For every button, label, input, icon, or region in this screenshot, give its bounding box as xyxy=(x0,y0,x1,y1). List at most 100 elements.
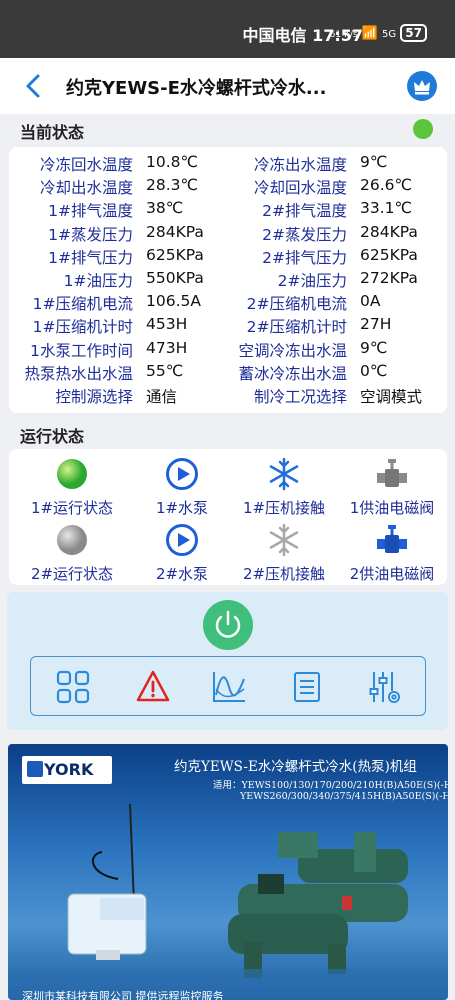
param-value: 284KPa xyxy=(146,222,204,241)
param-label: 2#排气压力 xyxy=(262,248,347,267)
signal-label: 5G xyxy=(382,29,397,40)
snowflake-gray-icon xyxy=(267,523,301,557)
page-title: 约克YEWS-E水冷螺杆式冷水... xyxy=(66,78,327,99)
pump-1-label: 1#水泵 xyxy=(155,499,209,517)
param-row: 1水泵工作时间 473H 空调冷冻出水温 9℃ xyxy=(9,339,447,362)
run-1-status-label: 1#运行状态 xyxy=(30,499,114,517)
pump-2-label: 2#水泵 xyxy=(155,565,209,583)
param-value: 625KPa xyxy=(146,245,204,264)
param-label: 冷却回水温度 xyxy=(253,179,347,198)
param-value: 通信 xyxy=(146,388,178,406)
param-value: 9℃ xyxy=(360,153,388,171)
param-label: 制冷工况选择 xyxy=(253,388,347,406)
toolbar xyxy=(30,656,426,716)
app-header: 约克YEWS-E水冷螺杆式冷水... xyxy=(0,58,455,114)
param-value: 28.3℃ xyxy=(146,176,198,195)
param-label: 冷冻出水温度 xyxy=(253,156,347,174)
param-label: 1水泵工作时间 xyxy=(30,341,133,360)
valve-blue-icon xyxy=(375,523,409,557)
param-value: 473H xyxy=(146,338,188,357)
param-label: 1#排气压力 xyxy=(48,248,133,267)
param-value: 26.6℃ xyxy=(360,176,412,195)
crown-icon[interactable] xyxy=(407,71,437,101)
compressor-2-contact: 2#压机接触 xyxy=(229,523,339,584)
param-label: 控制源选择 xyxy=(55,388,133,406)
param-row: 1#排气温度 38℃ 2#排气温度 33.1℃ xyxy=(9,199,447,222)
net-speed: 61 K/s xyxy=(329,30,358,40)
wifi-icon: 📶 xyxy=(361,26,378,41)
settings-sliders-icon[interactable] xyxy=(367,669,403,705)
param-label: 1#排气温度 xyxy=(48,202,133,221)
pump-play-icon xyxy=(165,523,199,557)
param-value: 106.5A xyxy=(146,292,201,311)
param-value: 284KPa xyxy=(360,222,418,241)
param-label: 1#压缩机电流 xyxy=(32,295,133,314)
compressor-1-contact: 1#压机接触 xyxy=(229,457,339,518)
run-status-title: 运行状态 xyxy=(20,427,85,446)
trend-chart-icon[interactable] xyxy=(211,669,247,705)
current-status-title: 当前状态 xyxy=(20,123,85,142)
param-value: 550KPa xyxy=(146,269,204,287)
run-2-status: 2#运行状态 xyxy=(17,523,127,584)
run-2-status-label: 2#运行状态 xyxy=(30,565,114,583)
back-arrow-icon[interactable] xyxy=(22,72,46,100)
stopped-gray-ball-icon xyxy=(55,523,89,557)
param-label: 1#油压力 xyxy=(63,272,133,290)
run-status-card: 1#运行状态 1#水泵 1#压机接触 1供油电磁阀 2#运行状态 2#水泵 2#… xyxy=(9,449,447,585)
param-label: 1#蒸发压力 xyxy=(48,225,133,244)
param-value: 27H xyxy=(360,315,392,334)
grid-icon[interactable] xyxy=(55,669,91,705)
param-label: 2#油压力 xyxy=(277,272,347,290)
snowflake-blue-icon xyxy=(267,457,301,491)
banner-footer: 深圳市某科技有限公司 提供远程监控服务 xyxy=(22,990,224,1000)
oil-valve-1-label: 1供油电磁阀 xyxy=(349,499,435,517)
param-value: 空调模式 xyxy=(360,388,423,406)
param-value: 625KPa xyxy=(360,245,418,264)
power-button[interactable] xyxy=(203,600,253,650)
param-row: 1#蒸发压力 284KPa 2#蒸发压力 284KPa xyxy=(9,223,447,246)
param-row: 控制源选择 通信 制冷工况选择 空调模式 xyxy=(9,385,447,408)
param-label: 1#压缩机计时 xyxy=(32,318,133,337)
compressor-1-label: 1#压机接触 xyxy=(242,499,326,517)
status-bar: 中国电信 17:57 61 K/s 📶 5G 57 xyxy=(0,0,455,58)
param-value: 9℃ xyxy=(360,338,388,357)
param-value: 272KPa xyxy=(360,269,418,287)
param-value: 33.1℃ xyxy=(360,199,412,218)
param-row: 1#压缩机电流 106.5A 2#压缩机电流 0A xyxy=(9,292,447,315)
param-row: 1#压缩机计时 453H 2#压缩机计时 27H xyxy=(9,315,447,338)
oil-valve-1: 1供油电磁阀 xyxy=(337,457,447,518)
param-value: 55℃ xyxy=(146,361,184,380)
valve-gray-icon xyxy=(375,457,409,491)
oil-valve-2: 2供油电磁阀 xyxy=(337,523,447,584)
control-panel xyxy=(7,592,448,730)
online-status-indicator xyxy=(413,119,433,139)
battery-icon: 57 xyxy=(400,24,427,42)
param-row: 冷却出水温度 28.3℃ 冷却回水温度 26.6℃ xyxy=(9,176,447,199)
run-1-status: 1#运行状态 xyxy=(17,457,127,518)
param-label: 2#排气温度 xyxy=(262,202,347,221)
oil-valve-2-label: 2供油电磁阀 xyxy=(349,565,435,583)
param-row: 1#排气压力 625KPa 2#排气压力 625KPa xyxy=(9,246,447,269)
status-icons: 61 K/s 📶 5G 57 xyxy=(330,24,427,42)
param-label: 2#压缩机电流 xyxy=(246,295,347,314)
chiller-illustration xyxy=(8,803,448,1000)
alarm-icon[interactable] xyxy=(135,669,171,705)
pump-play-icon xyxy=(165,457,199,491)
pump-1: 1#水泵 xyxy=(127,457,237,518)
param-value: 453H xyxy=(146,315,188,334)
param-row: 冷冻回水温度 10.8℃ 冷冻出水温度 9℃ xyxy=(9,153,447,176)
param-label: 冷却出水温度 xyxy=(39,179,133,198)
pump-2: 2#水泵 xyxy=(127,523,237,584)
param-row: 1#油压力 550KPa 2#油压力 272KPa xyxy=(9,269,447,292)
param-value: 10.8℃ xyxy=(146,153,198,171)
param-label: 蓄冰冷冻出水温 xyxy=(238,364,347,383)
param-value: 0A xyxy=(360,292,381,311)
param-label: 空调冷冻出水温 xyxy=(238,341,347,360)
product-banner[interactable]: YORK 约克YEWS-E水冷螺杆式冷水(热泵)机组 适用：YEWS100/13… xyxy=(8,744,448,1000)
list-icon[interactable] xyxy=(289,669,325,705)
param-value: 0℃ xyxy=(360,361,388,380)
carrier-label: 中国电信 xyxy=(242,26,307,45)
param-label: 热泵热水出水温 xyxy=(24,364,133,383)
param-label: 冷冻回水温度 xyxy=(39,156,133,174)
param-label: 2#压缩机计时 xyxy=(246,318,347,337)
